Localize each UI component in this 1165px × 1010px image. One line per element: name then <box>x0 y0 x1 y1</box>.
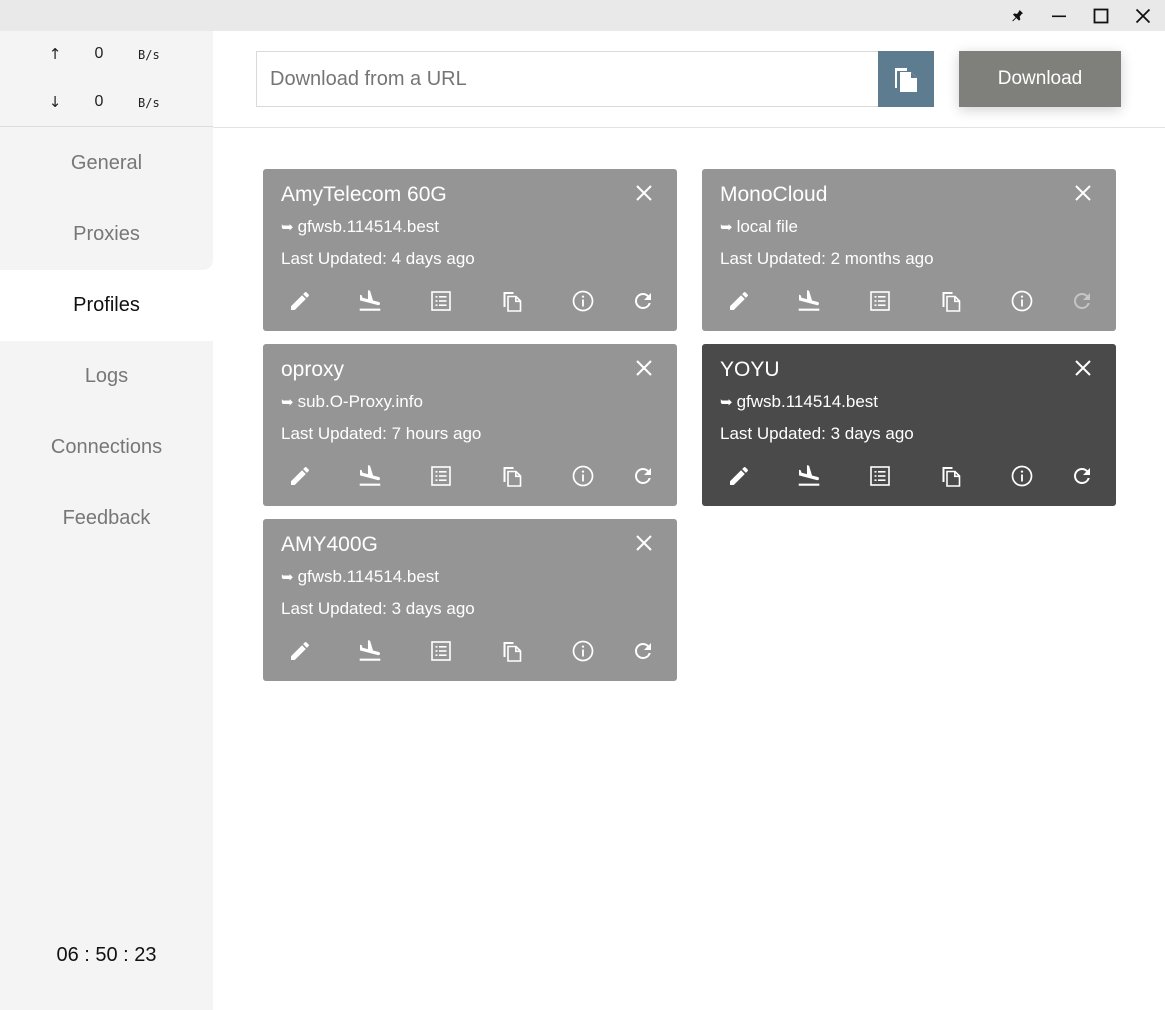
sidebar-item-feedback[interactable]: Feedback <box>0 483 213 554</box>
profile-source-text: gfwsb.114514.best <box>297 217 440 236</box>
edit-icon[interactable] <box>286 287 314 315</box>
sidebar-item-general[interactable]: General <box>0 128 213 199</box>
profile-last-updated: Last Updated: 3 days ago <box>281 599 475 618</box>
copy-icon[interactable] <box>937 462 965 490</box>
download-value: 0 <box>94 93 104 110</box>
copy-icon[interactable] <box>498 287 526 315</box>
profile-source: ➥ gfwsb.114514.best <box>281 217 439 237</box>
profile-source: ➥ gfwsb.114514.best <box>281 567 439 587</box>
pointer-icon: ➥ <box>281 393 294 411</box>
sidebar-nav: General Proxies Profiles Logs Connection… <box>0 128 213 554</box>
list-icon[interactable] <box>866 287 894 315</box>
edit-icon[interactable] <box>725 287 753 315</box>
refresh-icon[interactable] <box>629 462 657 490</box>
profile-last-updated: Last Updated: 3 days ago <box>720 424 914 443</box>
upload-speed: ↑ 0 B/s <box>0 45 213 69</box>
close-icon[interactable] <box>1122 0 1164 31</box>
url-input[interactable] <box>256 51 879 107</box>
profile-actions <box>263 287 677 315</box>
profile-name: AMY400G <box>281 533 378 556</box>
info-icon[interactable] <box>569 637 597 665</box>
copy-icon[interactable] <box>498 462 526 490</box>
profile-source-text: local file <box>736 217 798 236</box>
copy-icon[interactable] <box>498 637 526 665</box>
refresh-icon[interactable] <box>629 287 657 315</box>
profile-download-bar: Download <box>213 31 1165 128</box>
profile-source: ➥ local file <box>720 217 798 237</box>
maximize-icon[interactable] <box>1080 0 1122 31</box>
sidebar-item-logs[interactable]: Logs <box>0 341 213 412</box>
profile-card[interactable]: AmyTelecom 60G ➥ gfwsb.114514.best Last Upd… <box>263 169 677 331</box>
sidebar-item-profiles[interactable]: Profiles <box>0 270 213 341</box>
uptime-clock: 06 : 50 : 23 <box>56 944 157 966</box>
profile-last-updated: Last Updated: 4 days ago <box>281 249 475 268</box>
flight-land-icon[interactable] <box>356 637 384 665</box>
profile-card[interactable]: YOYU ➥ gfwsb.114514.best Last Updated: 3 da… <box>702 344 1116 506</box>
refresh-icon[interactable] <box>1068 462 1096 490</box>
profile-card[interactable]: MonoCloud ➥ local file Last Updated: 2 mont… <box>702 169 1116 331</box>
profile-source-text: gfwsb.114514.best <box>736 392 879 411</box>
sidebar-item-proxies[interactable]: Proxies <box>0 199 213 270</box>
download-unit: B/s <box>138 96 160 110</box>
paste-button[interactable] <box>878 51 934 107</box>
profile-name: oproxy <box>281 358 345 381</box>
download-speed: ↓ 0 B/s <box>0 93 213 117</box>
profile-card[interactable]: AMY400G ➥ gfwsb.114514.best Last Updated: 3… <box>263 519 677 681</box>
refresh-icon[interactable] <box>1068 287 1096 315</box>
pointer-icon: ➥ <box>281 218 294 236</box>
profile-actions <box>702 287 1116 315</box>
info-icon[interactable] <box>1008 462 1036 490</box>
profile-source: ➥ sub.O-Proxy.info <box>281 392 423 412</box>
profile-source-text: sub.O-Proxy.info <box>297 392 423 411</box>
flight-land-icon[interactable] <box>356 287 384 315</box>
edit-icon[interactable] <box>286 637 314 665</box>
upload-arrow-icon: ↑ <box>48 45 62 63</box>
flight-land-icon[interactable] <box>795 462 823 490</box>
close-icon[interactable] <box>632 356 656 380</box>
close-icon[interactable] <box>1071 356 1095 380</box>
list-icon[interactable] <box>866 462 894 490</box>
download-button[interactable]: Download <box>959 51 1121 107</box>
info-icon[interactable] <box>569 287 597 315</box>
profile-card[interactable]: oproxy ➥ sub.O-Proxy.info Last Updated: 7 h… <box>263 344 677 506</box>
list-icon[interactable] <box>427 462 455 490</box>
edit-icon[interactable] <box>286 462 314 490</box>
profile-last-updated: Last Updated: 7 hours ago <box>281 424 482 443</box>
upload-value: 0 <box>94 45 104 62</box>
pointer-icon: ➥ <box>281 568 294 586</box>
profile-actions <box>263 462 677 490</box>
close-icon[interactable] <box>632 181 656 205</box>
download-arrow-icon: ↓ <box>48 93 62 111</box>
info-icon[interactable] <box>569 462 597 490</box>
traffic-monitor: ↑ 0 B/s ↓ 0 B/s <box>0 31 213 127</box>
title-bar <box>0 0 1165 31</box>
list-icon[interactable] <box>427 287 455 315</box>
copy-icon[interactable] <box>937 287 965 315</box>
profile-actions <box>702 462 1116 490</box>
close-icon[interactable] <box>632 531 656 555</box>
paste-file-icon <box>895 68 917 92</box>
profile-source: ➥ gfwsb.114514.best <box>720 392 878 412</box>
pin-icon[interactable] <box>996 0 1038 31</box>
flight-land-icon[interactable] <box>795 287 823 315</box>
sidebar-item-connections[interactable]: Connections <box>0 412 213 483</box>
edit-icon[interactable] <box>725 462 753 490</box>
flight-land-icon[interactable] <box>356 462 384 490</box>
pointer-icon: ➥ <box>720 393 733 411</box>
profile-last-updated: Last Updated: 2 months ago <box>720 249 934 268</box>
refresh-icon[interactable] <box>629 637 657 665</box>
profile-name: MonoCloud <box>720 183 828 206</box>
pointer-icon: ➥ <box>720 218 733 236</box>
close-icon[interactable] <box>1071 181 1095 205</box>
profile-actions <box>263 637 677 665</box>
profile-name: YOYU <box>720 358 780 381</box>
minimize-icon[interactable] <box>1038 0 1080 31</box>
sidebar: ↑ 0 B/s ↓ 0 B/s General Proxies Profiles… <box>0 31 213 1010</box>
profile-name: AmyTelecom 60G <box>281 183 447 206</box>
list-icon[interactable] <box>427 637 455 665</box>
info-icon[interactable] <box>1008 287 1036 315</box>
profile-source-text: gfwsb.114514.best <box>297 567 440 586</box>
upload-unit: B/s <box>138 48 160 62</box>
